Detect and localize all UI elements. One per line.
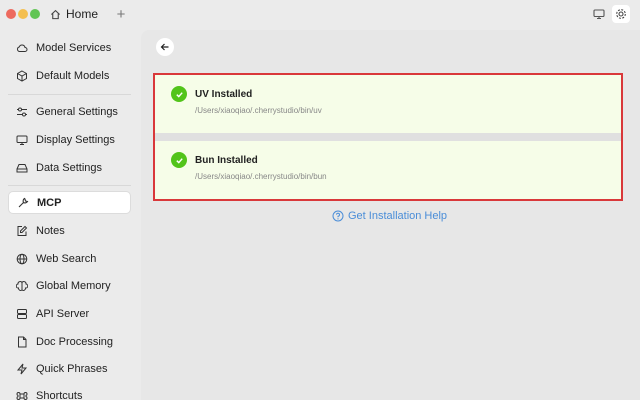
sidebar-item-web-search[interactable]: Web Search <box>8 247 131 270</box>
check-circle-icon <box>171 152 187 168</box>
sidebar-divider <box>8 94 131 95</box>
sidebar-item-label: Web Search <box>36 252 97 265</box>
sidebar-item-doc-processing[interactable]: Doc Processing <box>8 330 131 353</box>
installation-help-label: Get Installation Help <box>348 210 448 222</box>
gear-icon <box>616 9 626 19</box>
runtime-card-uv: UV Installed /Users/xiaoqiao/.cherrystud… <box>155 75 621 133</box>
sidebar-item-label: Display Settings <box>36 133 115 146</box>
new-tab-button[interactable]: + <box>112 3 130 25</box>
check-circle-icon <box>171 86 187 102</box>
sidebar-item-label: API Server <box>36 307 90 320</box>
sidebar-item-model-services[interactable]: Model Services <box>8 36 131 59</box>
arrow-left-icon <box>160 43 169 51</box>
sidebar-item-label: Doc Processing <box>36 335 114 348</box>
sidebar-item-label: Data Settings <box>36 161 103 174</box>
sidebar-item-notes[interactable]: Notes <box>8 219 131 242</box>
maximize-window-button[interactable] <box>30 9 40 19</box>
runtime-install-path: /Users/xiaoqiao/.cherrystudio/bin/uv <box>195 106 322 115</box>
sidebar-item-default-models[interactable]: Default Models <box>8 64 131 87</box>
monitor-icon <box>16 134 28 146</box>
wrench-icon <box>17 197 29 209</box>
file-icon <box>16 336 28 348</box>
runtime-status-title: Bun Installed <box>195 155 258 166</box>
installed-runtimes-group: UV Installed /Users/xiaoqiao/.cherrystud… <box>153 73 623 201</box>
tab-home[interactable]: Home <box>50 3 98 25</box>
sidebar-item-label: Shortcuts <box>36 389 83 400</box>
installation-help-link[interactable]: Get Installation Help <box>332 210 447 222</box>
note-edit-icon <box>16 225 28 237</box>
sidebar-item-quick-phrases[interactable]: Quick Phrases <box>8 357 131 380</box>
minimize-window-button[interactable] <box>18 9 28 19</box>
sidebar-item-label: General Settings <box>36 105 118 118</box>
runtime-status-title: UV Installed <box>195 89 253 100</box>
sidebar-item-api-server[interactable]: API Server <box>8 302 131 325</box>
back-button[interactable] <box>156 38 174 56</box>
sidebar-item-label: Default Models <box>36 69 110 82</box>
sliders-icon <box>16 106 28 118</box>
sidebar-item-label: Notes <box>36 224 65 237</box>
sidebar-item-display-settings[interactable]: Display Settings <box>8 128 131 151</box>
title-bar: Home + <box>0 0 640 29</box>
server-icon <box>16 308 28 320</box>
tab-home-label: Home <box>66 7 99 21</box>
cloud-icon <box>16 42 28 54</box>
close-window-button[interactable] <box>6 9 16 19</box>
display-toggle-button[interactable] <box>590 5 608 23</box>
question-circle-icon <box>332 210 344 222</box>
sidebar-item-data-settings[interactable]: Data Settings <box>8 156 131 179</box>
globe-icon <box>16 253 28 265</box>
runtime-install-path: /Users/xiaoqiao/.cherrystudio/bin/bun <box>195 172 327 181</box>
runtime-card-bun: Bun Installed /Users/xiaoqiao/.cherrystu… <box>155 141 621 199</box>
command-icon <box>16 390 28 400</box>
sidebar-item-mcp[interactable]: MCP <box>8 191 131 214</box>
sidebar-item-label: Quick Phrases <box>36 362 108 375</box>
brain-icon <box>16 280 28 292</box>
sidebar-item-label: Global Memory <box>36 279 111 292</box>
settings-sidebar: Model Services Default Models General Se… <box>0 30 141 400</box>
sidebar-item-label: MCP <box>37 196 62 209</box>
sidebar-divider <box>8 185 131 186</box>
monitor-icon <box>593 9 605 20</box>
mcp-environment-panel: UV Installed /Users/xiaoqiao/.cherrystud… <box>141 30 640 400</box>
sidebar-item-shortcuts[interactable]: Shortcuts <box>8 384 131 400</box>
plus-icon: + <box>116 5 126 23</box>
home-icon <box>50 9 61 19</box>
cube-icon <box>16 69 28 82</box>
sidebar-item-general-settings[interactable]: General Settings <box>8 100 131 123</box>
zap-icon <box>16 363 28 375</box>
sidebar-item-label: Model Services <box>36 41 112 54</box>
settings-button[interactable] <box>612 5 630 23</box>
sidebar-item-global-memory[interactable]: Global Memory <box>8 274 131 297</box>
hard-drive-icon <box>16 162 28 174</box>
